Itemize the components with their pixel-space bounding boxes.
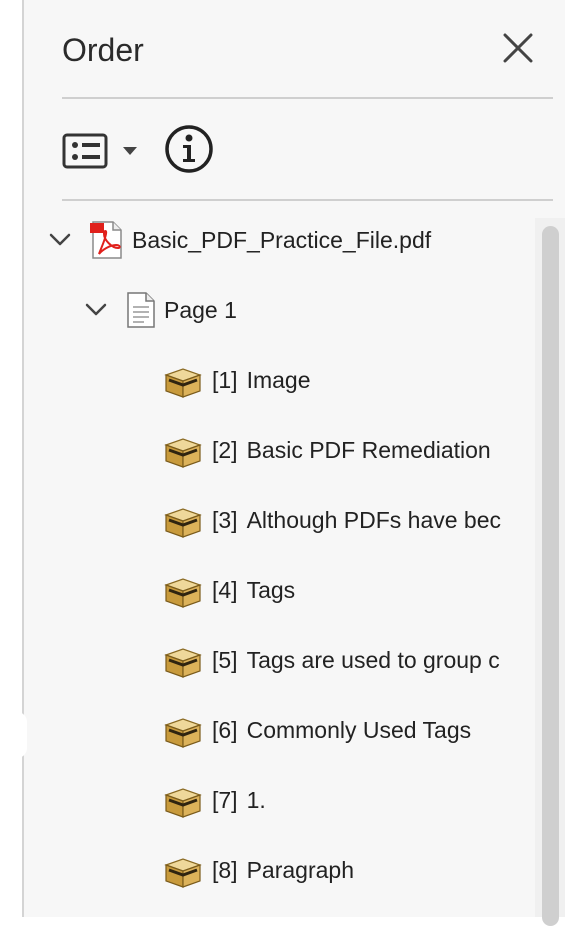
panel-splitter-handle[interactable] (17, 712, 27, 758)
header-divider (62, 97, 553, 99)
item-number: [2] (212, 436, 238, 463)
item-text: Although PDFs have bec (246, 506, 502, 533)
tree-item-row[interactable]: [6] Commonly Used Tags (162, 710, 471, 750)
tree-item-row[interactable]: [2] Basic PDF Remediation (162, 430, 491, 470)
toolbar-divider (62, 199, 553, 201)
file-label: Basic_PDF_Practice_File.pdf (132, 226, 432, 253)
item-number: [3] (212, 506, 238, 533)
left-gap (0, 0, 22, 917)
order-panel-window: Order Basic_PDF_Practice_File.pdf Page 1… (0, 0, 565, 926)
item-text: Paragraph (246, 856, 354, 883)
chevron-down-icon[interactable] (44, 220, 76, 260)
tree-file-row[interactable]: Basic_PDF_Practice_File.pdf (44, 220, 431, 260)
content-box-icon (162, 786, 204, 820)
item-number: [5] (212, 646, 238, 673)
content-box-icon (162, 506, 204, 540)
content-box-icon (162, 366, 204, 400)
page-label: Page 1 (164, 296, 237, 323)
tree-item-row[interactable]: [8] Paragraph (162, 850, 354, 890)
content-box-icon (162, 436, 204, 470)
item-text: Commonly Used Tags (246, 716, 472, 743)
info-icon[interactable] (164, 124, 214, 174)
tree-item-row[interactable]: [4] Tags (162, 570, 295, 610)
page-icon (126, 291, 156, 329)
item-text: Image (246, 366, 311, 393)
item-text: 1. (246, 786, 266, 813)
tree-item-row[interactable]: [5] Tags are used to group c (162, 640, 500, 680)
item-text: Basic PDF Remediation (246, 436, 491, 463)
content-box-icon (162, 576, 204, 610)
tree-page-row[interactable]: Page 1 (80, 290, 237, 330)
tree-item-row[interactable]: [1] Image (162, 360, 311, 400)
list-options-icon[interactable] (62, 131, 110, 171)
scrollbar-thumb[interactable] (542, 226, 559, 926)
caret-down-icon[interactable] (122, 144, 138, 156)
item-text: Tags (246, 576, 296, 603)
content-box-icon (162, 856, 204, 890)
tree-item-row[interactable]: [7] 1. (162, 780, 266, 820)
panel-title: Order (62, 32, 144, 68)
item-number: [7] (212, 786, 238, 813)
tree-item-row[interactable]: [3] Although PDFs have bec (162, 500, 501, 540)
item-number: [8] (212, 856, 238, 883)
close-icon[interactable] (500, 30, 536, 66)
order-tree: Basic_PDF_Practice_File.pdf Page 1 [1] I… (30, 220, 535, 917)
item-number: [4] (212, 576, 238, 603)
item-number: [6] (212, 716, 238, 743)
item-text: Tags are used to group c (246, 646, 500, 673)
pdf-file-icon (90, 220, 124, 260)
item-number: [1] (212, 366, 238, 393)
content-box-icon (162, 646, 204, 680)
content-box-icon (162, 716, 204, 750)
chevron-down-icon[interactable] (80, 290, 112, 330)
